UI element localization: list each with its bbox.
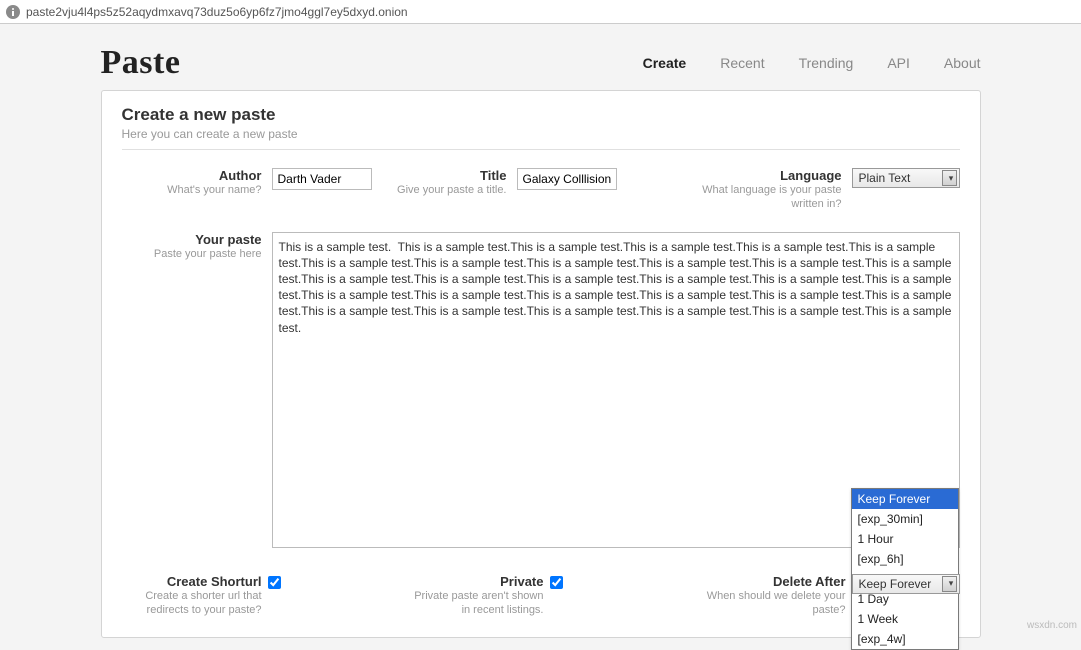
dropdown-option[interactable]: 1 Hour: [852, 529, 958, 549]
header: Paste Create Recent Trending API About: [101, 40, 981, 90]
nav: Create Recent Trending API About: [643, 55, 981, 71]
page-title: Create a new paste: [122, 105, 960, 125]
title-hint: Give your paste a title.: [397, 183, 507, 197]
nav-trending[interactable]: Trending: [799, 55, 854, 71]
chevron-down-icon: ▾: [942, 576, 957, 592]
chevron-down-icon: ▾: [942, 170, 957, 186]
delete-dropdown-list[interactable]: Keep Forever [exp_30min] 1 Hour [exp_6h]…: [851, 488, 959, 650]
info-icon: [6, 5, 20, 19]
language-value: Plain Text: [855, 171, 911, 185]
address-bar[interactable]: paste2vju4l4ps5z52aqydmxavq73duz5o6yp6fz…: [0, 0, 1081, 24]
logo[interactable]: Paste: [101, 44, 181, 82]
dropdown-option[interactable]: 1 Week: [852, 609, 958, 629]
address-text: paste2vju4l4ps5z52aqydmxavq73duz5o6yp6fz…: [26, 5, 408, 19]
private-checkbox[interactable]: [550, 576, 563, 589]
shorturl-label: Create Shorturl: [167, 574, 262, 589]
watermark: wsxdn.com: [1027, 620, 1077, 631]
nav-recent[interactable]: Recent: [720, 55, 764, 71]
language-hint: What language is your paste written in?: [672, 183, 842, 212]
nav-api[interactable]: API: [887, 55, 910, 71]
delete-hint: When should we delete your paste?: [686, 589, 846, 618]
delete-value: Keep Forever: [855, 577, 932, 591]
nav-about[interactable]: About: [944, 55, 981, 71]
title-input[interactable]: [517, 168, 617, 190]
nav-create[interactable]: Create: [643, 55, 687, 71]
paste-label: Your paste: [122, 232, 262, 247]
paste-hint: Paste your paste here: [122, 247, 262, 261]
shorturl-hint: Create a shorter url that redirects to y…: [122, 589, 262, 618]
author-label: Author: [122, 168, 262, 183]
shorturl-checkbox[interactable]: [268, 576, 281, 589]
language-label: Language: [672, 168, 842, 183]
create-panel: Create a new paste Here you can create a…: [101, 90, 981, 638]
language-select[interactable]: Plain Text ▾: [852, 168, 960, 188]
dropdown-option[interactable]: Keep Forever: [852, 489, 958, 509]
author-input[interactable]: [272, 168, 372, 190]
dropdown-option[interactable]: [exp_6h]: [852, 549, 958, 569]
delete-label: Delete After: [773, 574, 845, 589]
page-subtitle: Here you can create a new paste: [122, 127, 960, 141]
private-label: Private: [500, 574, 543, 589]
author-hint: What's your name?: [122, 183, 262, 197]
dropdown-option[interactable]: [exp_30min]: [852, 509, 958, 529]
title-label: Title: [397, 168, 507, 183]
dropdown-option[interactable]: [exp_4w]: [852, 629, 958, 649]
delete-select[interactable]: Keep Forever ▾: [852, 574, 960, 594]
private-hint: Private paste aren't shown in recent lis…: [404, 589, 544, 618]
divider: [122, 149, 960, 150]
